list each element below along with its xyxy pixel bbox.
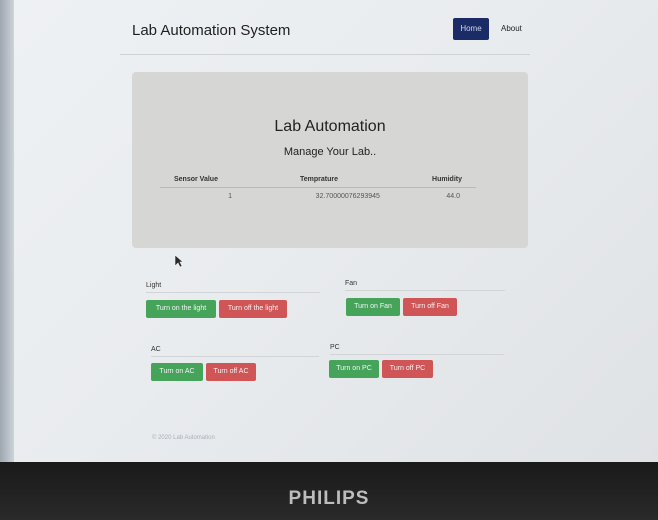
sensor-table: Sensor Value Temprature Humidity 1 32.70… (160, 172, 476, 205)
monitor-bezel: PHILIPS (0, 462, 658, 520)
nav-home-link[interactable]: Home (453, 18, 489, 40)
light-divider (146, 292, 320, 293)
turn-on-ac-button[interactable]: Turn on AC (151, 363, 203, 381)
footer-copyright: © 2020 Lab Automation (152, 435, 215, 441)
turn-off-ac-button[interactable]: Turn off AC (206, 363, 256, 381)
turn-on-pc-button[interactable]: Turn on PC (329, 360, 379, 378)
header-humidity: Humidity (397, 172, 476, 188)
pc-divider (330, 354, 504, 355)
page-title: Lab Automation (274, 118, 386, 135)
fan-divider (345, 290, 505, 291)
turn-off-pc-button[interactable]: Turn off PC (382, 360, 433, 378)
ac-divider (151, 356, 319, 357)
turn-on-fan-button[interactable]: Turn on Fan (346, 298, 400, 316)
cell-sensor-value: 1 (228, 193, 232, 200)
monitor-screen: Lab Automation System Home About Lab Aut… (12, 0, 658, 468)
monitor-brand-logo: PHILIPS (288, 488, 370, 509)
turn-off-fan-button[interactable]: Turn off Fan (403, 298, 457, 316)
pc-label: PC (330, 344, 340, 351)
light-label: Light (146, 282, 162, 289)
cell-temperature: 32.70000076293945 (315, 193, 380, 200)
fan-label: Fan (345, 280, 358, 287)
sensor-table-header-row: Sensor Value Temprature Humidity (160, 172, 476, 188)
nav-about-link[interactable]: About (501, 18, 522, 40)
turn-on-light-button[interactable]: Turn on the light (146, 300, 216, 318)
page-subtitle: Manage Your Lab.. (283, 146, 377, 158)
background-wall (0, 0, 14, 470)
jumbotron: Lab Automation Manage Your Lab.. Sensor … (132, 72, 528, 248)
ac-label: AC (151, 346, 161, 353)
turn-off-light-button[interactable]: Turn off the light (219, 300, 287, 318)
header-sensor-value: Sensor Value (160, 172, 260, 188)
navbar: Lab Automation System Home About (120, 14, 530, 55)
mouse-cursor-icon (174, 254, 184, 268)
cell-humidity: 44.0 (446, 193, 460, 200)
header-temperature: Temprature (259, 172, 398, 188)
photo-frame: Lab Automation System Home About Lab Aut… (0, 0, 658, 520)
app-title[interactable]: Lab Automation System (132, 22, 290, 39)
table-row: 1 32.70000076293945 44.0 (160, 188, 476, 206)
